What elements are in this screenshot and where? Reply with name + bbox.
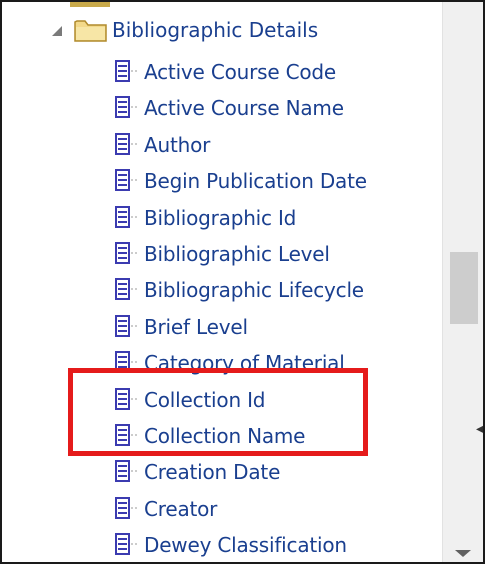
column-attribute-icon	[114, 131, 140, 159]
tree-item[interactable]: Creation Date	[114, 454, 280, 490]
splitter-handle-icon[interactable]: ◀	[476, 421, 483, 437]
column-attribute-icon	[114, 313, 140, 341]
column-attribute-icon	[114, 495, 140, 523]
tree-item[interactable]: Brief Level	[114, 309, 248, 345]
vertical-scrollbar[interactable]	[442, 2, 483, 562]
tree-item-label: Creation Date	[144, 460, 281, 484]
partial-folder-icon	[62, 2, 122, 7]
tree-item[interactable]: Bibliographic Level	[114, 236, 330, 272]
column-attribute-icon	[114, 204, 140, 232]
column-attribute-icon	[114, 458, 140, 486]
tree-item-label: Active Course Code	[144, 60, 337, 84]
scrollbar-thumb[interactable]	[450, 252, 478, 324]
tree-panel: Bibliographic Details Active Course Code…	[0, 0, 485, 564]
column-attribute-icon	[114, 58, 140, 86]
tree-item-label: Creator	[144, 497, 218, 521]
tree-item[interactable]: Author	[114, 127, 210, 163]
tree-item[interactable]: Bibliographic Lifecycle	[114, 272, 364, 308]
column-attribute-icon	[114, 94, 140, 122]
tree-node-label: Bibliographic Details	[112, 18, 319, 42]
tree-item-label: Begin Publication Date	[144, 169, 367, 193]
tree-item[interactable]: Creator	[114, 491, 217, 527]
tree-item-label: Bibliographic Lifecycle	[144, 278, 364, 302]
column-attribute-icon	[114, 167, 140, 195]
column-attribute-icon	[114, 531, 140, 559]
tree-item-label: Bibliographic Id	[144, 206, 297, 230]
subject-area-tree: Bibliographic Details Active Course Code…	[2, 2, 442, 562]
tree-item-label: Author	[144, 133, 211, 157]
folder-icon	[74, 17, 108, 43]
tree-item-label: Brief Level	[144, 315, 248, 339]
tree-item[interactable]: Bibliographic Id	[114, 200, 296, 236]
scroll-down-arrow-icon[interactable]	[455, 550, 471, 557]
collapse-triangle-icon[interactable]	[50, 23, 64, 37]
highlight-annotation-box	[68, 368, 368, 456]
tree-item-label: Active Course Name	[144, 96, 344, 120]
column-attribute-icon	[114, 276, 140, 304]
tree-item[interactable]: Active Course Code	[114, 54, 336, 90]
tree-item-label: Bibliographic Level	[144, 242, 330, 266]
column-attribute-icon	[114, 240, 140, 268]
tree-item-label: Dewey Classification	[144, 533, 347, 557]
tree-item[interactable]: Active Course Name	[114, 90, 344, 126]
tree-node-bibliographic-details[interactable]: Bibliographic Details	[50, 12, 318, 48]
tree-item[interactable]: Dewey Classification	[114, 527, 347, 562]
tree-item[interactable]: Begin Publication Date	[114, 163, 367, 199]
